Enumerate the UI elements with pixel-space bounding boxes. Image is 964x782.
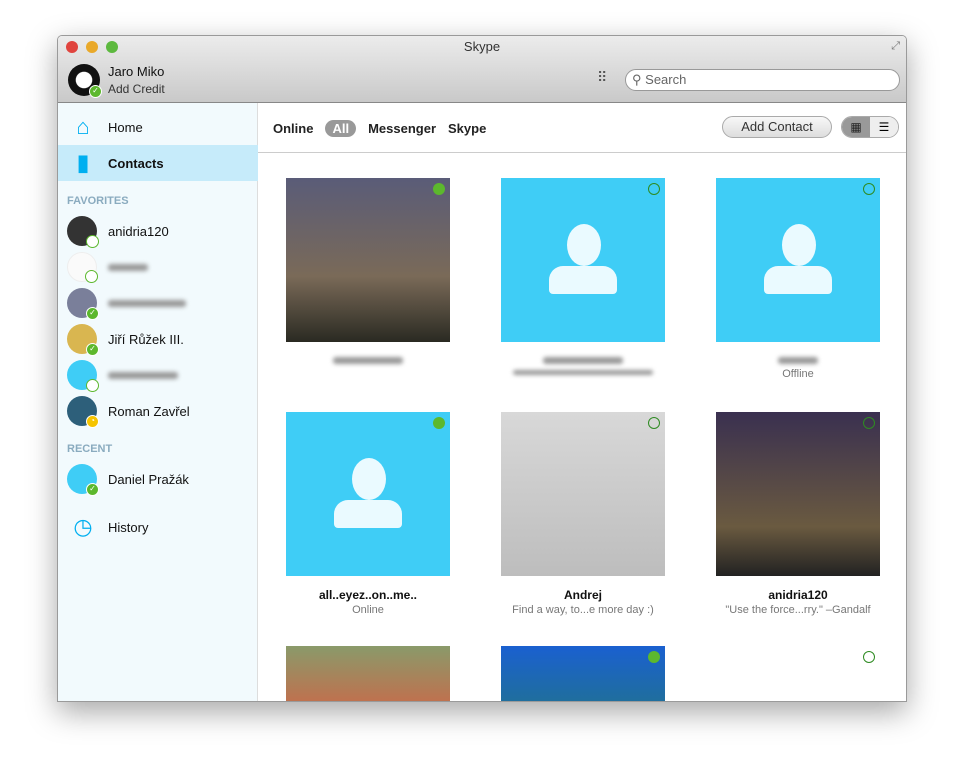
list-view-icon[interactable]: ☰: [870, 117, 898, 137]
contact-name: Andrej: [563, 588, 602, 602]
contact-name: all..eyez..on..me..: [318, 588, 418, 602]
offline-status-icon: [648, 183, 660, 195]
fullscreen-icon[interactable]: ⤢: [891, 40, 900, 53]
sidebar: ⌂ Home ▮ Contacts FAVORITES anidria120 ✓ ✓…: [58, 103, 258, 701]
favorite-contact[interactable]: [67, 252, 148, 283]
view-toggle: ▦ ☰: [841, 116, 899, 138]
contact-tile[interactable]: [286, 412, 450, 576]
contacts-pane: Online All Messenger Skype Add Contact ▦…: [258, 103, 906, 701]
history-label: History: [108, 519, 149, 535]
contact-tile[interactable]: [501, 178, 665, 342]
window-title: Skype: [463, 39, 501, 54]
favorites-heading: FAVORITES: [67, 195, 129, 207]
contact-tile[interactable]: [716, 178, 880, 342]
title-bar: Skype ⤢ ✓ Jaro Miko Add Credit ⠿ ⚲ Searc…: [58, 36, 906, 103]
search-input[interactable]: ⚲ Search: [625, 69, 900, 91]
contact-tile[interactable]: [501, 412, 665, 576]
filter-messenger[interactable]: Messenger: [368, 121, 436, 136]
favorite-contact[interactable]: ✓ Jiří Růžek III.: [67, 324, 184, 356]
contact-status: Find a way, to...e more day :): [512, 604, 654, 616]
favorite-contact[interactable]: ✓: [67, 288, 186, 320]
clock-icon: ◷: [73, 514, 93, 539]
online-status-icon: [433, 183, 445, 195]
online-status-icon: [433, 417, 445, 429]
add-contact-button[interactable]: Add Contact: [722, 116, 832, 138]
home-icon: ⌂: [76, 114, 90, 139]
home-label: Home: [108, 119, 143, 135]
contact-tile[interactable]: [286, 646, 450, 701]
profile-avatar[interactable]: ✓: [68, 64, 102, 98]
contact-name: Daniel Pražák: [108, 471, 189, 487]
contact-tile[interactable]: [716, 412, 880, 576]
offline-status-icon: [863, 183, 875, 195]
recent-heading: RECENT: [67, 443, 113, 455]
search-placeholder: Search: [645, 72, 687, 87]
favorite-contact[interactable]: ◔ Roman Zavřel: [67, 396, 190, 428]
favorite-contact[interactable]: anidria120: [67, 216, 169, 248]
online-status-icon: ✓: [89, 85, 102, 98]
filter-skype[interactable]: Skype: [448, 121, 486, 136]
profile-name[interactable]: Jaro Miko: [108, 64, 164, 79]
contacts-book-icon: ▮: [76, 150, 90, 175]
sidebar-item-contacts[interactable]: ▮ Contacts: [58, 145, 258, 181]
contacts-label: Contacts: [108, 155, 164, 171]
contact-tile[interactable]: [286, 178, 450, 342]
search-icon: ⚲: [632, 72, 642, 87]
sidebar-item-history[interactable]: ◷ History: [58, 509, 258, 545]
contact-name: anidria120: [768, 588, 828, 602]
contact-tile[interactable]: [716, 646, 880, 701]
contact-name: Roman Zavřel: [108, 403, 190, 419]
contact-name: Jiří Růžek III.: [108, 331, 184, 347]
recent-contact[interactable]: ✓ Daniel Pražák: [67, 464, 189, 496]
favorite-contact[interactable]: [67, 360, 178, 392]
contact-status: "Use the force...rry." –Gandalf: [725, 604, 871, 616]
skype-window: Skype ⤢ ✓ Jaro Miko Add Credit ⠿ ⚲ Searc…: [57, 35, 907, 702]
sidebar-item-home[interactable]: ⌂ Home: [58, 109, 258, 145]
contact-status: Offline: [782, 368, 814, 380]
contact-status: Online: [352, 604, 384, 616]
contact-name: anidria120: [108, 223, 169, 239]
divider: [258, 152, 906, 153]
grid-view-icon[interactable]: ▦: [842, 117, 870, 137]
filter-online[interactable]: Online: [273, 121, 313, 136]
dialpad-icon[interactable]: ⠿: [597, 69, 607, 86]
filter-all[interactable]: All: [325, 120, 357, 137]
contact-tile[interactable]: [501, 646, 665, 701]
add-credit-link[interactable]: Add Credit: [108, 82, 165, 96]
